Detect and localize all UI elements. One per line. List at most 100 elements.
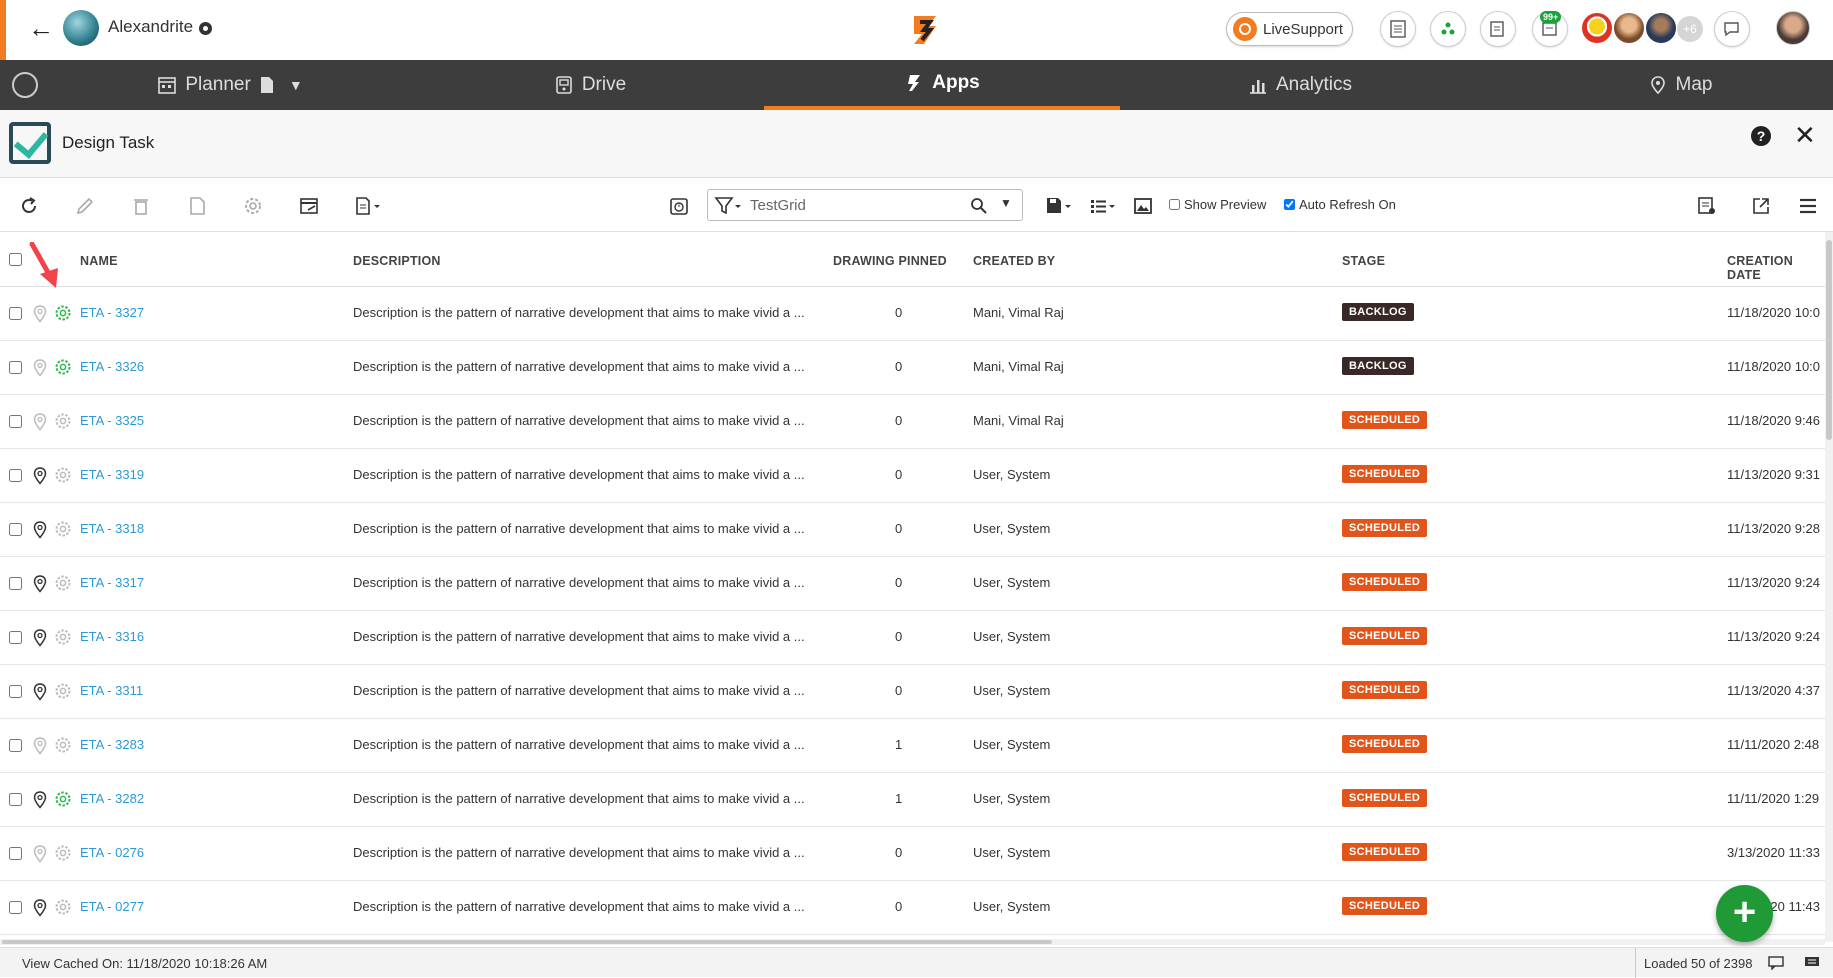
user-avatar[interactable] [1580,11,1614,45]
map-pin-icon[interactable] [33,899,47,917]
gear-icon[interactable] [54,790,72,808]
search-icon[interactable] [970,197,988,215]
table-row[interactable]: ETA - 3318 Description is the pattern of … [0,503,1825,557]
row-checkbox[interactable] [9,739,22,752]
map-pin-icon[interactable] [33,683,47,701]
map-pin-icon[interactable] [33,575,47,593]
map-pin-icon[interactable] [33,305,47,323]
task-name-link[interactable]: ETA - 3326 [80,359,144,374]
project-dropdown-icon[interactable] [199,22,212,35]
map-pin-icon[interactable] [33,521,47,539]
column-header-drawing-pinned[interactable]: DRAWING PINNED [833,254,947,268]
gear-icon[interactable] [54,628,72,646]
row-checkbox[interactable] [9,631,22,644]
close-icon[interactable]: ✕ [1794,122,1816,148]
gear-icon[interactable] [54,358,72,376]
row-checkbox[interactable] [9,415,22,428]
map-pin-icon[interactable] [33,791,47,809]
table-row[interactable]: ETA - 0276 Description is the pattern of … [0,827,1825,881]
row-checkbox[interactable] [9,577,22,590]
save-view-button[interactable] [1044,193,1074,219]
form-button[interactable] [296,193,322,219]
tab-apps[interactable]: Apps [764,60,1120,110]
map-pin-icon[interactable] [33,359,47,377]
auto-refresh-checkbox[interactable] [1284,199,1295,210]
map-pin-icon[interactable] [33,629,47,647]
row-checkbox[interactable] [9,469,22,482]
image-button[interactable] [1130,193,1156,219]
project-name[interactable]: Alexandrite [108,17,193,37]
column-header-stage[interactable]: STAGE [1342,254,1385,268]
settings-button[interactable] [240,193,266,219]
search-input[interactable] [750,194,970,216]
back-arrow-icon[interactable]: ← [26,14,56,44]
table-row[interactable]: ETA - 3317 Description is the pattern of … [0,557,1825,611]
table-row[interactable]: ETA - 3327 Description is the pattern of … [0,287,1825,341]
gear-icon[interactable] [54,736,72,754]
gear-icon[interactable] [54,466,72,484]
gear-icon[interactable] [54,898,72,916]
schedule-button[interactable] [666,193,692,219]
tab-analytics[interactable]: Analytics [1200,60,1400,110]
row-checkbox[interactable] [9,901,22,914]
app-logo-icon[interactable] [906,12,944,48]
task-name-link[interactable]: ETA - 0276 [80,845,144,860]
gear-icon[interactable] [54,844,72,862]
filter-icon[interactable] [714,196,744,216]
map-pin-icon[interactable] [33,845,47,863]
auto-refresh-toggle[interactable]: Auto Refresh On [1284,197,1396,212]
user-avatar[interactable] [1644,11,1678,45]
gear-icon[interactable] [54,412,72,430]
network-button[interactable] [1430,11,1466,47]
tab-map[interactable]: Map [1580,60,1780,110]
task-name-link[interactable]: ETA - 3317 [80,575,144,590]
table-row[interactable]: ETA - 3311 Description is the pattern of … [0,665,1825,719]
task-name-link[interactable]: ETA - 3316 [80,629,144,644]
row-checkbox[interactable] [9,847,22,860]
more-users-badge[interactable]: +6 [1677,16,1703,42]
edit-button[interactable] [72,193,98,219]
task-name-link[interactable]: ETA - 3318 [80,521,144,536]
table-row[interactable]: ETA - 3283 Description is the pattern of … [0,719,1825,773]
row-checkbox[interactable] [9,793,22,806]
column-header-creation-date[interactable]: CREATION DATE [1727,254,1825,282]
map-pin-icon[interactable] [33,467,47,485]
chevron-down-icon[interactable]: ▼ [289,77,303,93]
tab-planner[interactable]: Planner ▼ [130,60,330,110]
task-name-link[interactable]: ETA - 3319 [80,467,144,482]
project-avatar[interactable] [63,10,99,46]
column-header-name[interactable]: NAME [80,254,118,268]
show-preview-toggle[interactable]: Show Preview [1169,197,1266,212]
map-pin-icon[interactable] [33,737,47,755]
task-name-link[interactable]: ETA - 3283 [80,737,144,752]
task-name-link[interactable]: ETA - 3311 [80,683,143,698]
row-checkbox[interactable] [9,307,22,320]
task-name-link[interactable]: ETA - 0277 [80,899,144,914]
report-dropdown-button[interactable] [350,193,386,219]
delete-button[interactable] [128,193,154,219]
gear-icon[interactable] [54,520,72,538]
table-row[interactable]: ETA - 0277 Description is the pattern of … [0,881,1825,935]
message-icon[interactable] [1804,956,1820,970]
gear-icon[interactable] [54,304,72,322]
show-preview-checkbox[interactable] [1169,199,1180,210]
task-name-link[interactable]: ETA - 3327 [80,305,144,320]
column-header-description[interactable]: DESCRIPTION [353,254,441,268]
tab-drive[interactable]: Drive [490,60,690,110]
menu-button[interactable] [1795,193,1821,219]
table-row[interactable]: ETA - 3326 Description is the pattern of … [0,341,1825,395]
chat-button[interactable] [1714,11,1750,47]
chevron-down-icon[interactable]: ▼ [1000,196,1012,210]
help-icon[interactable]: ? [1751,126,1771,146]
row-checkbox[interactable] [9,361,22,374]
task-name-link[interactable]: ETA - 3325 [80,413,144,428]
gear-icon[interactable] [54,682,72,700]
table-row[interactable]: ETA - 3282 Description is the pattern of … [0,773,1825,827]
row-checkbox[interactable] [9,523,22,536]
add-task-button[interactable]: + [1716,885,1773,942]
export-list-button[interactable] [1694,193,1720,219]
list-view-button[interactable] [1380,11,1416,47]
profile-avatar[interactable] [1776,11,1810,45]
refresh-button[interactable] [16,193,42,219]
live-support-button[interactable]: LiveSupport [1226,12,1353,46]
